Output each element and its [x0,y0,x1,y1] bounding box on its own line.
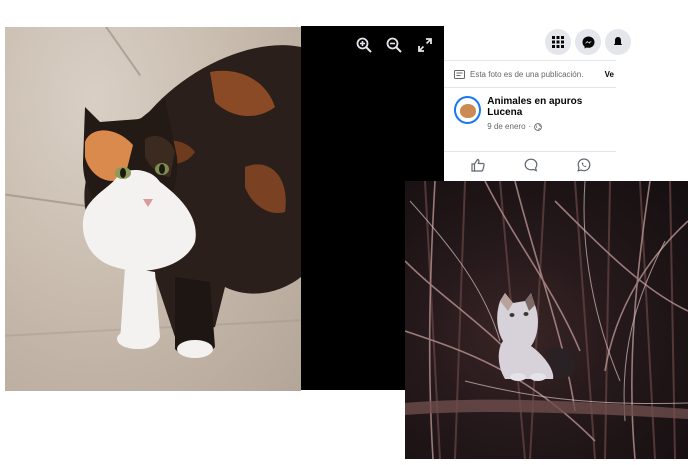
facebook-post-panel: Esta foto es de una publicación. Ve Anim… [444,26,631,181]
photo-post-icon [454,69,465,79]
avatar-cat-image [460,104,476,118]
like-button[interactable] [471,158,487,174]
post-subline: 9 de enero · [487,122,616,131]
zoom-out-icon[interactable] [385,36,403,54]
grid-icon [552,36,564,48]
messenger-icon [582,36,594,48]
zoom-in-icon[interactable] [355,36,373,54]
bell-icon [613,37,623,45]
comment-icon [524,158,538,172]
calico-cat-photo [5,27,301,391]
meta-separator: · [528,122,532,131]
post-date[interactable]: 9 de enero [487,122,525,131]
calico-cat-illustration [82,45,301,358]
thumbs-up-icon [471,158,485,172]
whatsapp-share-button[interactable] [577,158,593,174]
post-meta: Animales en apuros Lucena 9 de enero · [487,96,616,131]
post-header: Animales en apuros Lucena 9 de enero · [454,96,616,131]
reeds-cat-illustration [405,181,688,459]
actions-divider [444,151,616,152]
view-post-link[interactable]: Ve [605,70,614,79]
cat-in-reeds-photo [405,181,688,459]
page-name-link[interactable]: Animales en apuros Lucena [487,96,616,118]
photo-from-post-notice: Esta foto es de una publicación. Ve [444,60,616,88]
fullscreen-icon[interactable] [416,36,434,54]
page-avatar[interactable] [454,96,482,124]
notifications-button[interactable] [605,29,631,55]
globe-icon [534,122,543,131]
menu-grid-button[interactable] [545,29,571,55]
comment-button[interactable] [524,158,540,174]
messenger-button[interactable] [575,29,601,55]
facebook-top-bar [444,26,631,60]
photo-from-post-text: Esta foto es de una publicación. [470,69,584,79]
whatsapp-icon [577,158,591,172]
